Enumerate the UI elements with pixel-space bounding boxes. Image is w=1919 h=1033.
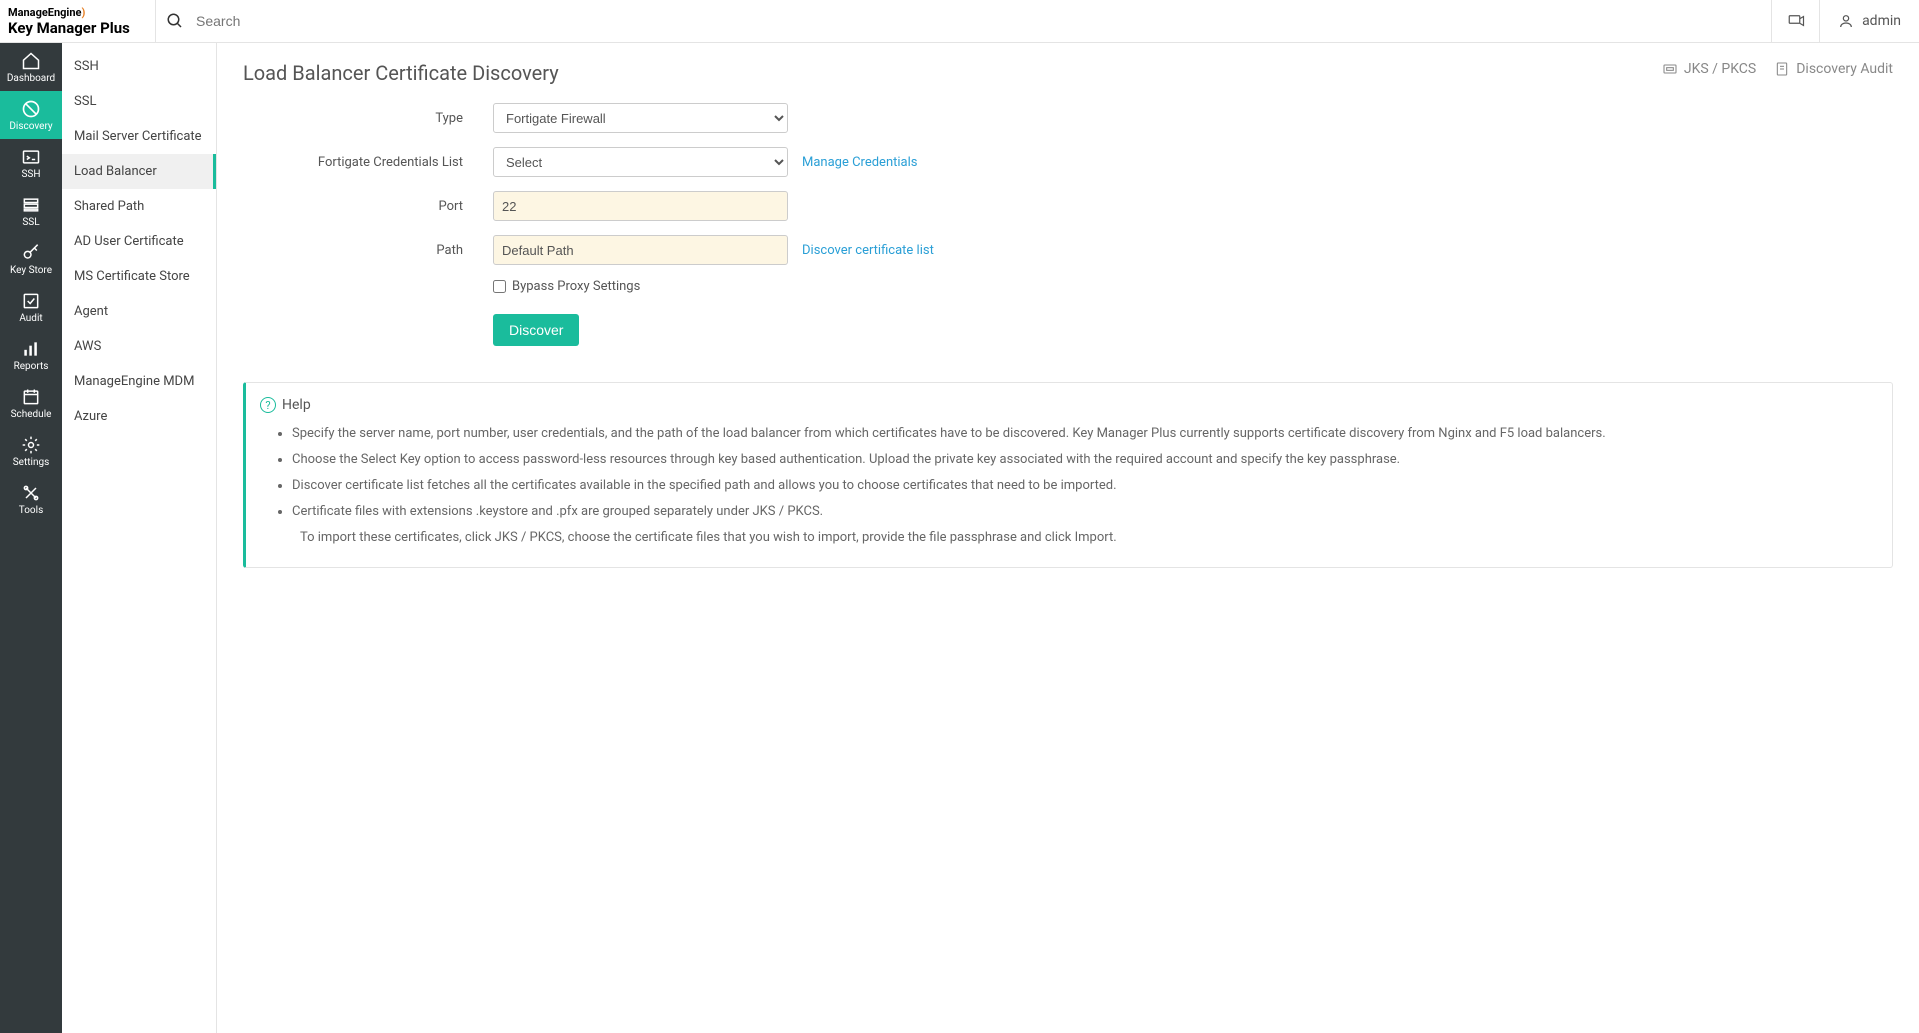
subnav-loadbalancer[interactable]: Load Balancer [62, 154, 216, 189]
logo-product: Key Manager Plus [8, 19, 155, 37]
type-select[interactable]: Fortigate Firewall [493, 103, 788, 133]
subnav-mailserver[interactable]: Mail Server Certificate [62, 119, 216, 154]
subnav-azure[interactable]: Azure [62, 399, 216, 434]
discovery-icon [21, 99, 41, 119]
nav-schedule[interactable]: Schedule [0, 379, 62, 427]
nav-discovery[interactable]: Discovery [0, 91, 62, 139]
nav-label: Settings [13, 457, 50, 468]
nav-label: SSH [21, 169, 40, 180]
key-icon [21, 243, 41, 263]
bar-chart-icon [21, 339, 41, 359]
subnav-agent[interactable]: Agent [62, 294, 216, 329]
search-area [155, 0, 1771, 42]
subnav-ssh[interactable]: SSH [62, 49, 216, 84]
calendar-icon [21, 387, 41, 407]
manage-credentials-link[interactable]: Manage Credentials [802, 155, 918, 170]
subnav-ssl[interactable]: SSL [62, 84, 216, 119]
subnav-sharedpath[interactable]: Shared Path [62, 189, 216, 224]
search-input[interactable] [196, 13, 496, 29]
nav-label: Key Store [10, 265, 52, 276]
port-input[interactable] [493, 191, 788, 221]
wrench-icon [21, 483, 41, 503]
top-header: ManageEngine) Key Manager Plus admin [0, 0, 1919, 43]
audit-label: Discovery Audit [1796, 61, 1893, 77]
help-heading: ? Help [260, 397, 1874, 413]
search-icon[interactable] [166, 12, 184, 30]
path-label: Path [293, 243, 493, 258]
credentials-select[interactable]: Select [493, 147, 788, 177]
gear-icon [21, 435, 41, 455]
sub-nav: SSH SSL Mail Server Certificate Load Bal… [62, 43, 217, 1033]
jks-pkcs-link[interactable]: JKS / PKCS [1662, 61, 1756, 77]
main-nav: Dashboard Discovery SSH SSL Key Store Au… [0, 43, 62, 1033]
help-item: Discover certificate list fetches all th… [292, 475, 1874, 497]
help-title: Help [282, 397, 311, 413]
stack-icon [21, 195, 41, 215]
discovery-audit-link[interactable]: Discovery Audit [1774, 61, 1893, 77]
audit-icon [1774, 61, 1790, 77]
page-top-links: JKS / PKCS Discovery Audit [1662, 61, 1893, 77]
nav-ssl[interactable]: SSL [0, 187, 62, 235]
subnav-mscertstore[interactable]: MS Certificate Store [62, 259, 216, 294]
help-item: Certificate files with extensions .keyst… [292, 501, 1874, 523]
user-label: admin [1862, 13, 1901, 29]
nav-label: Audit [19, 313, 42, 324]
help-box: ? Help Specify the server name, port num… [243, 382, 1893, 568]
logo-brand: ManageEngine) [8, 6, 155, 19]
nav-label: Discovery [9, 121, 52, 132]
type-label: Type [293, 111, 493, 126]
user-icon [1838, 13, 1854, 29]
discovery-form: Type Fortigate Firewall Fortigate Creden… [293, 103, 1893, 346]
nav-label: Dashboard [7, 73, 55, 84]
subnav-aws[interactable]: AWS [62, 329, 216, 364]
header-right: admin [1771, 0, 1919, 42]
subnav-adusercert[interactable]: AD User Certificate [62, 224, 216, 259]
nav-settings[interactable]: Settings [0, 427, 62, 475]
subnav-mdm[interactable]: ManageEngine MDM [62, 364, 216, 399]
terminal-icon [21, 147, 41, 167]
discover-button[interactable]: Discover [493, 314, 579, 346]
nav-label: Reports [14, 361, 49, 372]
nav-dashboard[interactable]: Dashboard [0, 43, 62, 91]
help-item: Choose the Select Key option to access p… [292, 449, 1874, 471]
user-menu[interactable]: admin [1819, 0, 1919, 42]
nav-label: SSL [22, 217, 39, 228]
nav-label: Tools [19, 505, 43, 516]
check-icon [21, 291, 41, 311]
help-subtext: To import these certificates, click JKS … [260, 527, 1874, 549]
main-content: JKS / PKCS Discovery Audit Load Balancer… [217, 43, 1919, 1033]
page-title: Load Balancer Certificate Discovery [243, 61, 1893, 85]
nav-reports[interactable]: Reports [0, 331, 62, 379]
help-icon: ? [260, 397, 276, 413]
path-input[interactable] [493, 235, 788, 265]
bypass-proxy-checkbox[interactable] [493, 280, 506, 293]
help-item: Specify the server name, port number, us… [292, 423, 1874, 445]
discover-list-link[interactable]: Discover certificate list [802, 243, 934, 258]
credentials-label: Fortigate Credentials List [293, 155, 493, 170]
logo[interactable]: ManageEngine) Key Manager Plus [0, 6, 155, 37]
home-icon [21, 51, 41, 71]
jks-label: JKS / PKCS [1684, 61, 1756, 77]
jks-icon [1662, 61, 1678, 77]
nav-audit[interactable]: Audit [0, 283, 62, 331]
nav-keystore[interactable]: Key Store [0, 235, 62, 283]
bypass-proxy-label: Bypass Proxy Settings [512, 279, 640, 294]
port-label: Port [293, 199, 493, 214]
nav-ssh[interactable]: SSH [0, 139, 62, 187]
nav-tools[interactable]: Tools [0, 475, 62, 523]
nav-label: Schedule [11, 409, 52, 420]
notification-button[interactable] [1771, 0, 1819, 42]
